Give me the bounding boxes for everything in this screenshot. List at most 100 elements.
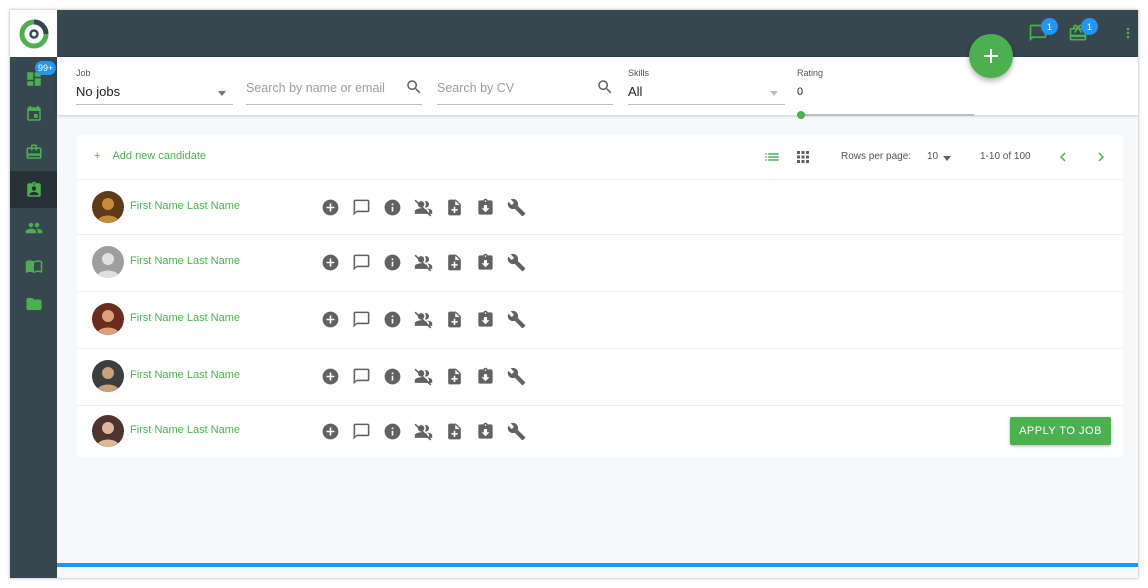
note-add-button[interactable]	[444, 421, 464, 441]
candidate-name[interactable]: First Name Last Name	[130, 200, 240, 212]
skills-dropdown-caret[interactable]	[770, 91, 778, 96]
wrench-button[interactable]	[506, 252, 526, 272]
note-add-icon	[447, 254, 461, 270]
messages-badge: 1	[1041, 18, 1058, 35]
calendar-icon	[26, 105, 41, 121]
wrench-icon	[507, 422, 525, 440]
person-off-button[interactable]	[413, 252, 433, 272]
candidate-row[interactable]: First Name Last Name	[77, 180, 1123, 235]
info-button[interactable]	[382, 421, 402, 441]
assignment-returned-button[interactable]	[475, 252, 495, 272]
rows-per-page-caret[interactable]	[943, 156, 951, 161]
rows-per-page-select[interactable]: 10	[927, 151, 938, 162]
avatar[interactable]	[92, 360, 124, 392]
add-candidate-label: Add new candidate	[112, 150, 207, 162]
person-off-button[interactable]	[413, 366, 433, 386]
candidate-row[interactable]: First Name Last Name	[77, 348, 1123, 406]
wrench-button[interactable]	[506, 197, 526, 217]
person-off-button[interactable]	[413, 197, 433, 217]
sidebar-item-candidates[interactable]	[10, 171, 57, 208]
people-icon	[25, 222, 42, 233]
add-circle-button[interactable]	[320, 421, 340, 441]
info-icon	[384, 368, 400, 384]
job-dropdown-caret[interactable]	[218, 91, 226, 96]
candidate-row[interactable]: First Name Last Name APPLY TO JOB	[77, 405, 1123, 457]
sidebar-item-library[interactable]	[10, 247, 57, 284]
person-off-icon	[414, 368, 432, 385]
info-button[interactable]	[382, 309, 402, 329]
job-select-value[interactable]: No jobs	[76, 84, 120, 99]
sidebar-item-calendar[interactable]	[10, 95, 57, 132]
apply-to-job-button[interactable]: APPLY TO JOB	[1010, 417, 1111, 445]
gifts-button[interactable]: 1	[1065, 18, 1098, 46]
candidate-row[interactable]: First Name Last Name	[77, 291, 1123, 349]
rating-slider-thumb[interactable]	[797, 111, 805, 119]
comment-button[interactable]	[351, 197, 371, 217]
sidebar-item-people[interactable]	[10, 209, 57, 246]
assignment-returned-button[interactable]	[475, 309, 495, 329]
note-add-button[interactable]	[444, 197, 464, 217]
note-add-button[interactable]	[444, 366, 464, 386]
comment-icon	[353, 199, 369, 215]
assignment-returned-button[interactable]	[475, 197, 495, 217]
comment-button[interactable]	[351, 309, 371, 329]
messages-button[interactable]: 1	[1025, 18, 1058, 46]
avatar[interactable]	[92, 191, 124, 223]
wrench-button[interactable]	[506, 366, 526, 386]
comment-button[interactable]	[351, 421, 371, 441]
wrench-icon	[507, 253, 525, 271]
sidebar-item-jobs[interactable]	[10, 133, 57, 170]
wrench-icon	[507, 198, 525, 216]
person-off-icon	[414, 423, 432, 440]
chevron-right-icon[interactable]	[1092, 148, 1110, 166]
add-circle-button[interactable]	[320, 309, 340, 329]
comment-button[interactable]	[351, 252, 371, 272]
sidebar-item-dashboard[interactable]: 99+	[10, 60, 57, 97]
candidate-name[interactable]: First Name Last Name	[130, 424, 240, 436]
assignment-returned-icon	[477, 310, 493, 327]
assignment-returned-button[interactable]	[475, 366, 495, 386]
info-button[interactable]	[382, 366, 402, 386]
assignment-returned-button[interactable]	[475, 421, 495, 441]
job-underline	[76, 104, 233, 105]
sidebar-item-folders[interactable]	[10, 285, 57, 322]
add-fab-button[interactable]	[969, 34, 1013, 78]
chevron-left-icon[interactable]	[1054, 148, 1072, 166]
folder-icon	[26, 297, 41, 310]
candidate-name[interactable]: First Name Last Name	[130, 369, 240, 381]
plus-icon: +	[94, 150, 101, 162]
avatar[interactable]	[92, 246, 124, 278]
list-view-icon[interactable]	[763, 148, 781, 166]
avatar[interactable]	[92, 303, 124, 335]
wrench-button[interactable]	[506, 421, 526, 441]
wrench-button[interactable]	[506, 309, 526, 329]
sidebar: 99+	[10, 10, 57, 578]
app-logo[interactable]	[10, 10, 57, 57]
row-actions	[320, 421, 526, 441]
avatar[interactable]	[92, 415, 124, 447]
candidate-row[interactable]: First Name Last Name	[77, 234, 1123, 292]
candidate-name[interactable]: First Name Last Name	[130, 255, 240, 267]
person-off-button[interactable]	[413, 421, 433, 441]
note-add-button[interactable]	[444, 252, 464, 272]
info-button[interactable]	[382, 197, 402, 217]
search-cv-input[interactable]: Search by CV	[437, 81, 514, 95]
skills-select-value[interactable]: All	[628, 84, 642, 99]
comment-button[interactable]	[351, 366, 371, 386]
search-name-input[interactable]: Search by name or email	[246, 81, 385, 95]
grid-view-icon[interactable]	[794, 148, 812, 166]
search-icon[interactable]	[405, 78, 423, 96]
note-add-button[interactable]	[444, 309, 464, 329]
add-circle-button[interactable]	[320, 197, 340, 217]
more-menu-button[interactable]	[1115, 20, 1138, 46]
add-circle-button[interactable]	[320, 366, 340, 386]
add-candidate-button[interactable]: + Add new candidate	[94, 150, 206, 162]
logo-icon	[19, 19, 48, 48]
add-circle-button[interactable]	[320, 252, 340, 272]
pagination-range: 1-10 of 100	[980, 151, 1031, 162]
rating-slider-track[interactable]	[801, 114, 974, 116]
info-button[interactable]	[382, 252, 402, 272]
candidate-name[interactable]: First Name Last Name	[130, 312, 240, 324]
search-cv-icon[interactable]	[596, 78, 614, 96]
person-off-button[interactable]	[413, 309, 433, 329]
